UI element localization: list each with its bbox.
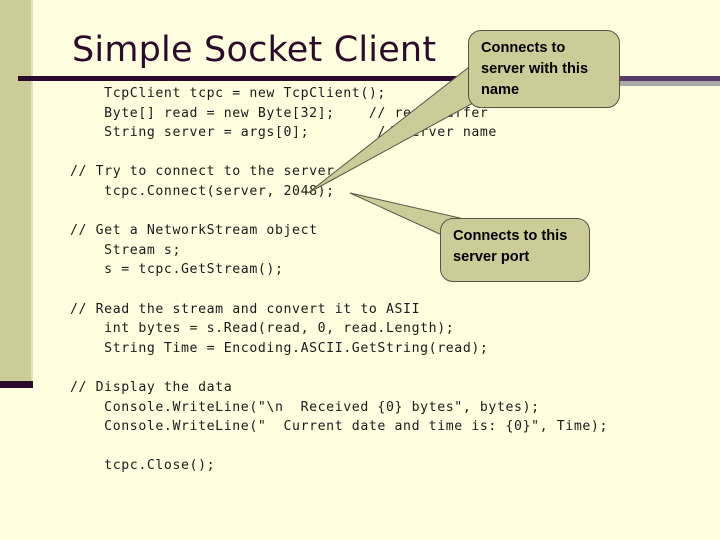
callout-server-name: Connects to server with this name — [468, 30, 620, 108]
slide-canvas: Simple Socket Client TcpClient tcpc = ne… — [0, 0, 720, 540]
callout-server-port: Connects to this server port — [440, 218, 590, 282]
